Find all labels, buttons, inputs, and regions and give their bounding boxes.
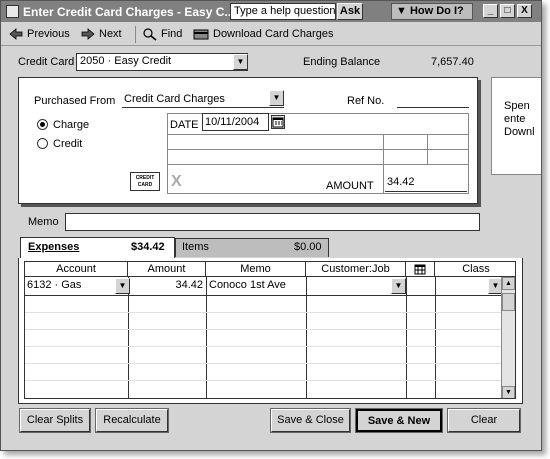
col-header-customer-job[interactable]: Customer:Job (306, 262, 406, 277)
credit-radio-label: Credit (53, 138, 83, 150)
next-label: Next (99, 28, 122, 40)
ref-no-label: Ref No. (347, 95, 385, 107)
grid-scrollbar[interactable]: ▲ ▼ (501, 277, 515, 398)
charge-radio[interactable] (37, 119, 48, 130)
ref-no-field[interactable] (397, 90, 469, 108)
credit-radio[interactable] (37, 138, 48, 149)
row-divider (25, 380, 501, 381)
charge-form-panel: Purchased From Credit Card Charges ▼ Ref… (18, 77, 478, 204)
row-customer-job[interactable] (309, 277, 391, 295)
card-badge-line1: CREDIT (135, 175, 155, 181)
detail-divider (167, 134, 469, 135)
how-do-i-label: How Do I? (409, 5, 464, 17)
col-header-memo[interactable]: Memo (206, 262, 306, 277)
purchased-from-value: Credit Card Charges (124, 93, 225, 105)
credit-card-select[interactable]: 2050 · Easy Credit (76, 53, 248, 71)
charge-radio-label: Charge (53, 119, 90, 131)
side-panel-line: Downl (504, 126, 535, 138)
credit-card-dropdown-icon[interactable]: ▼ (233, 54, 248, 70)
col-header-billable[interactable] (406, 262, 435, 277)
purchased-from-label: Purchased From (34, 95, 116, 107)
detail-divider (167, 164, 469, 165)
row-memo[interactable]: Conoco 1st Ave (209, 277, 304, 295)
scroll-down-icon[interactable]: ▼ (502, 386, 515, 398)
minimize-button[interactable]: _ (483, 4, 498, 18)
previous-arrow-icon (9, 28, 23, 40)
previous-label: Previous (27, 28, 70, 40)
detail-divider (427, 134, 428, 164)
clear-splits-button[interactable]: Clear Splits (19, 408, 91, 433)
side-panel-line: ente (504, 113, 526, 125)
customer-job-dropdown-icon[interactable]: ▼ (391, 278, 406, 294)
date-field[interactable]: 10/11/2004 (202, 113, 269, 131)
amount-field[interactable]: 34.42 (385, 174, 467, 192)
clear-button[interactable]: Clear (447, 408, 521, 433)
credit-card-badge-icon: CREDIT CARD (130, 172, 160, 191)
toolbar-divider (135, 26, 136, 43)
ask-button[interactable]: Ask (337, 3, 363, 20)
chevron-down-icon: ▼ (396, 5, 410, 17)
tab-expenses[interactable]: Expenses $34.42 (20, 237, 175, 259)
next-arrow-icon (81, 28, 95, 40)
credit-card-label: Credit Card (18, 56, 75, 68)
close-button[interactable]: X (517, 4, 532, 18)
maximize-button[interactable]: □ (500, 4, 515, 18)
window-title: Enter Credit Card Charges - Easy C... (23, 5, 235, 19)
calendar-icon[interactable] (271, 115, 285, 129)
scroll-up-icon[interactable]: ▲ (502, 277, 515, 290)
download-info-panel: Spen ente Downl (491, 77, 541, 175)
title-bar: Enter Credit Card Charges - Easy C... Ty… (1, 1, 541, 22)
memo-label: Memo (28, 216, 59, 228)
find-button[interactable]: Find (143, 27, 182, 43)
previous-button[interactable]: Previous (9, 27, 70, 43)
row-divider (25, 329, 501, 330)
date-label: DATE (170, 119, 199, 131)
row-divider (25, 312, 501, 313)
amount-value: 34.42 (387, 176, 415, 188)
col-header-class[interactable]: Class (435, 262, 515, 277)
tab-items[interactable]: Items $0.00 (175, 238, 329, 257)
row-divider (25, 295, 501, 296)
row-amount[interactable]: 34.42 (131, 277, 203, 295)
memo-field[interactable] (65, 213, 480, 231)
find-label: Find (161, 28, 183, 40)
toolbar: Previous Next Find Download Card Charges (1, 23, 541, 46)
purchased-from-dropdown-icon[interactable]: ▼ (269, 90, 284, 106)
tab-expenses-amount: $34.42 (131, 241, 165, 253)
detail-divider (167, 149, 469, 150)
download-card-icon (193, 29, 209, 40)
download-label: Download Card Charges (213, 28, 334, 40)
side-panel-line: Spen (504, 100, 530, 112)
tab-expenses-label: Expenses (28, 241, 80, 253)
row-divider (25, 363, 501, 364)
tab-items-label: Items (182, 241, 209, 253)
billable-grid-icon (414, 264, 426, 275)
void-x-mark: X (171, 173, 182, 190)
purchased-from-field[interactable]: Credit Card Charges (122, 90, 284, 108)
row-divider (25, 346, 501, 347)
scroll-thumb[interactable] (502, 293, 515, 311)
how-do-i-button[interactable]: ▼ How Do I? (391, 3, 473, 20)
ending-balance-value: 7,657.40 (431, 56, 474, 68)
save-new-button[interactable]: Save & New (355, 408, 443, 433)
recalculate-button[interactable]: Recalculate (95, 408, 169, 433)
card-badge-line2: CARD (137, 182, 153, 188)
date-value: 10/11/2004 (205, 116, 260, 128)
row-account[interactable]: 6132 · Gas (27, 277, 115, 295)
save-close-button[interactable]: Save & Close (270, 408, 351, 433)
credit-card-charges-window: Enter Credit Card Charges - Easy C... Ty… (0, 0, 542, 451)
col-header-account[interactable]: Account (25, 262, 128, 277)
window-app-icon (6, 5, 19, 18)
ending-balance-label: Ending Balance (303, 56, 381, 68)
amount-label: AMOUNT (326, 180, 374, 192)
col-header-amount[interactable]: Amount (128, 262, 206, 277)
expenses-grid: Account Amount Memo Customer:Job Class 6… (24, 261, 516, 399)
next-button[interactable]: Next (81, 27, 122, 43)
tab-items-amount: $0.00 (294, 241, 322, 253)
help-question-input[interactable]: Type a help question (230, 3, 336, 20)
detail-divider (383, 134, 384, 194)
account-dropdown-icon[interactable]: ▼ (115, 278, 130, 294)
download-card-charges-button[interactable]: Download Card Charges (193, 27, 333, 43)
find-magnifier-icon (143, 27, 157, 41)
